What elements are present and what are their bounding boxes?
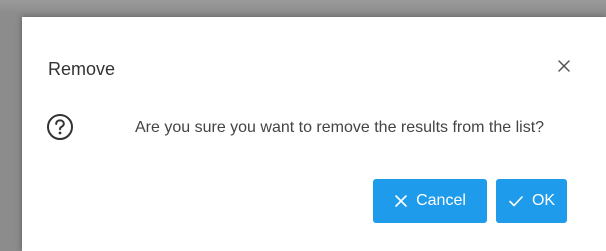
x-icon <box>394 194 408 208</box>
close-icon[interactable] <box>554 56 576 78</box>
dialog-title: Remove <box>48 59 116 79</box>
backdrop-top-bar <box>0 0 606 14</box>
ok-button[interactable]: OK <box>496 179 567 223</box>
cancel-button-label: Cancel <box>416 192 466 209</box>
confirm-dialog: Remove Are you sure you want to remove t… <box>22 17 606 251</box>
dialog-message: Are you sure you want to remove the resu… <box>135 119 545 136</box>
question-circle-icon <box>46 113 74 141</box>
ok-button-label: OK <box>531 192 556 209</box>
cancel-button[interactable]: Cancel <box>373 179 487 223</box>
check-icon <box>508 194 524 208</box>
